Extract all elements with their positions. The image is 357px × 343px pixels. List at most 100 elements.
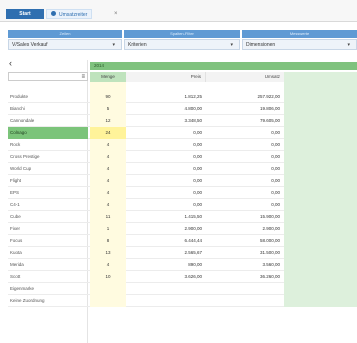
cell-umsatz: 0,00 xyxy=(271,190,280,195)
column-header-umsatz[interactable]: Umsatz xyxy=(206,72,284,82)
row-label[interactable]: Bianchi xyxy=(8,103,88,115)
column-header-preis[interactable]: Preis xyxy=(126,72,206,82)
row-label[interactable]: Produkte xyxy=(8,91,88,103)
cell-empty xyxy=(284,235,357,247)
cell-umsatz: 2.900,00 xyxy=(262,226,280,231)
cell-menge: 4 xyxy=(90,199,126,211)
row-label[interactable]: Merida xyxy=(8,259,88,271)
row-filter-input[interactable]: ≡ xyxy=(8,72,88,81)
chevron-down-icon[interactable]: ▾ xyxy=(230,40,233,50)
cell-menge: 10 xyxy=(90,271,126,283)
filter-field-1[interactable]: V/Sales Verkauf ▾ xyxy=(8,39,122,50)
table-row[interactable]: Bianchi 5 4.800,00 19.806,00 xyxy=(8,103,357,115)
fill-spacer xyxy=(284,82,357,91)
cell-preis: 3.626,00 xyxy=(184,274,202,279)
row-label[interactable]: EPS xyxy=(8,187,88,199)
menge-spacer xyxy=(90,82,126,91)
cell-preis: 2.565,67 xyxy=(184,250,202,255)
cell-umsatz: 3.560,00 xyxy=(262,262,280,267)
chevron-down-icon[interactable]: ▾ xyxy=(112,40,115,50)
cell-empty xyxy=(284,151,357,163)
cell-empty xyxy=(284,127,357,139)
table-row[interactable]: EPS 4 0,00 0,00 xyxy=(8,187,357,199)
table-row[interactable]: Keine Zuordnung xyxy=(8,295,357,307)
filter-field-2[interactable]: Kriterien ▾ xyxy=(124,39,240,50)
cell-empty xyxy=(284,271,357,283)
cell-menge: 11 xyxy=(90,211,126,223)
cell-menge: 13 xyxy=(90,247,126,259)
table-row[interactable]: Merida 4 890,00 3.560,00 xyxy=(8,259,357,271)
tab-umsatzreiter[interactable]: Umsatzreiter xyxy=(46,9,93,19)
row-label[interactable]: Flight xyxy=(8,175,88,187)
row-label[interactable]: Focus xyxy=(8,235,88,247)
cell-preis: 0,00 xyxy=(193,130,202,135)
row-label[interactable]: Cube xyxy=(8,211,88,223)
table-row[interactable]: Cannondale 12 3.348,50 79.605,00 xyxy=(8,115,357,127)
spalten-header: Spalten-Filter xyxy=(124,30,240,38)
cell-menge: 4 xyxy=(90,139,126,151)
cell-empty xyxy=(284,187,357,199)
cell-empty xyxy=(284,139,357,151)
row-label[interactable]: Colnago xyxy=(8,127,88,139)
chevron-down-icon[interactable]: ▾ xyxy=(347,40,350,50)
cell-empty xyxy=(284,199,357,211)
cell-umsatz: 0,00 xyxy=(271,178,280,183)
zeilen-header: Zeilen xyxy=(8,30,122,38)
cell-preis: 0,00 xyxy=(193,178,202,183)
table-row[interactable]: Cube 11 1.415,50 15.900,00 xyxy=(8,211,357,223)
row-label[interactable]: Cross Prestige xyxy=(8,151,88,163)
column-header-menge[interactable]: Menge xyxy=(90,72,126,82)
cell-preis: 4.800,00 xyxy=(184,106,202,111)
table-row[interactable]: C4-1 4 0,00 0,00 xyxy=(8,199,357,211)
cell-empty xyxy=(284,175,357,187)
cell-menge: 5 xyxy=(90,103,126,115)
cell-preis: 1.812,25 xyxy=(184,94,202,99)
table-row[interactable]: Produkte 90 1.812,25 257.922,00 xyxy=(8,91,357,103)
cell-empty xyxy=(284,223,357,235)
cell-menge xyxy=(90,295,126,307)
filter-icon[interactable]: ≡ xyxy=(81,73,85,81)
cell-menge: 4 xyxy=(90,187,126,199)
messwerte-header: Messwerte xyxy=(242,30,357,38)
row-label[interactable]: C4-1 xyxy=(8,199,88,211)
row-label[interactable]: Kuota xyxy=(8,247,88,259)
cell-menge: 4 xyxy=(90,151,126,163)
filter-field-3[interactable]: Dimensionen ▾ xyxy=(242,39,357,50)
cell-menge: 8 xyxy=(90,235,126,247)
cell-preis: 0,00 xyxy=(193,154,202,159)
cell-empty xyxy=(284,91,357,103)
table-row[interactable]: Kuota 13 2.565,67 31.500,00 xyxy=(8,247,357,259)
cell-umsatz: 36.260,00 xyxy=(259,274,280,279)
chevron-left-icon[interactable]: ‹ xyxy=(9,59,12,68)
column-header-empty xyxy=(284,72,357,82)
row-label[interactable]: Cannondale xyxy=(8,115,88,127)
tab-bar: Start Umsatzreiter × xyxy=(0,0,357,22)
cell-preis xyxy=(126,283,206,295)
cell-empty xyxy=(284,247,357,259)
row-label[interactable]: Scott xyxy=(8,271,88,283)
table-row[interactable]: Eigenmarke xyxy=(8,283,357,295)
table-row[interactable]: Scott 10 3.626,00 36.260,00 xyxy=(8,271,357,283)
table-row[interactable]: Colnago 24 0,00 0,00 xyxy=(8,127,357,139)
table-row[interactable]: Fixer 1 2.900,00 2.900,00 xyxy=(8,223,357,235)
group-header-year[interactable]: 2014 xyxy=(90,62,357,70)
table-row[interactable]: World Cup 4 0,00 0,00 xyxy=(8,163,357,175)
table-row[interactable]: Rock 4 0,00 0,00 xyxy=(8,139,357,151)
collapse-row[interactable]: ‹ xyxy=(8,59,88,69)
cell-umsatz: 15.900,00 xyxy=(259,214,280,219)
close-icon[interactable]: × xyxy=(114,9,118,19)
start-button[interactable]: Start xyxy=(6,9,44,19)
table-row[interactable]: Focus 8 6.444,44 58.000,00 xyxy=(8,235,357,247)
cell-preis: 0,00 xyxy=(193,142,202,147)
cell-empty xyxy=(284,295,357,307)
row-label[interactable]: Keine Zuordnung xyxy=(8,295,88,307)
row-label[interactable]: Fixer xyxy=(8,223,88,235)
filter-field-2-label: Kriterien xyxy=(128,42,147,48)
cell-empty xyxy=(284,283,357,295)
table-row[interactable]: Flight 4 0,00 0,00 xyxy=(8,175,357,187)
table-row[interactable]: Cross Prestige 4 0,00 0,00 xyxy=(8,151,357,163)
row-label[interactable]: World Cup xyxy=(8,163,88,175)
row-label[interactable]: Rock xyxy=(8,139,88,151)
row-label[interactable]: Eigenmarke xyxy=(8,283,88,295)
cell-preis xyxy=(126,295,206,307)
